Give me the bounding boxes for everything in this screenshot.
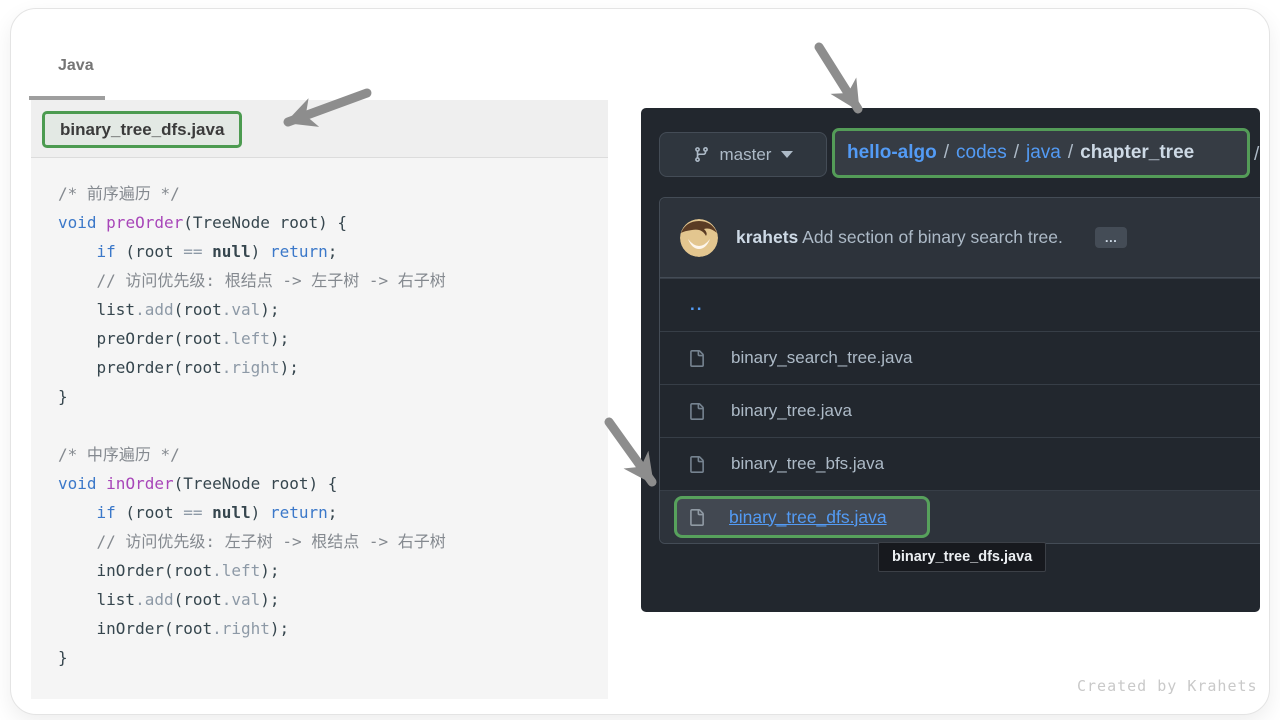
file-link[interactable]: binary_search_tree.java [731,348,912,368]
breadcrumb-dir-java[interactable]: java [1026,142,1061,164]
breadcrumb-separator: / [937,142,956,164]
file-title: binary_tree_dfs.java [60,120,224,140]
commit-author-name[interactable]: krahets [736,227,798,247]
breadcrumb-repo[interactable]: hello-algo [847,142,937,164]
commit-message: krahets Add section of binary search tre… [736,227,1063,248]
breadcrumb-separator: / [1061,142,1080,164]
breadcrumb-dir-codes[interactable]: codes [956,142,1007,164]
breadcrumb-separator: / [1007,142,1026,164]
commit-ellipsis-button[interactable]: … [1095,227,1127,248]
file-row: binary_search_tree.java [660,331,1260,384]
git-branch-icon [693,146,710,163]
latest-commit-bar: krahets Add section of binary search tre… [660,198,1260,278]
watermark: Created by Krahets [1077,677,1258,695]
file-link-hovered[interactable]: binary_tree_dfs.java [729,507,887,528]
commit-author-avatar[interactable] [680,219,718,257]
breadcrumb-highlight-box: hello-algo / codes / java / chapter_tree [832,128,1250,178]
code-block: /* 前序遍历 */void preOrder(TreeNode root) {… [31,158,464,698]
github-panel: master hello-algo / codes / java / chapt… [641,108,1260,612]
branch-name: master [720,145,772,165]
file-highlight-box: binary_tree_dfs.java [674,496,930,538]
file-icon [688,509,705,526]
file-link[interactable]: binary_tree_bfs.java [731,454,884,474]
breadcrumb-current-dir: chapter_tree [1080,142,1194,164]
branch-selector-button[interactable]: master [659,132,827,177]
file-row: binary_tree.java [660,384,1260,437]
code-header: binary_tree_dfs.java [31,100,608,158]
file-browser: krahets Add section of binary search tre… [659,197,1260,544]
file-row-parent: .. [660,278,1260,331]
tab-java[interactable]: Java [58,57,94,75]
screenshot-card: Java binary_tree_dfs.java /* 前序遍历 */void… [10,8,1270,715]
file-title-highlight-box: binary_tree_dfs.java [42,111,242,148]
chevron-down-icon [781,151,793,158]
arrow-to-breadcrumb [819,47,858,109]
file-icon [688,456,705,473]
file-icon [688,350,705,367]
breadcrumb-trailing-slash: / [1254,144,1259,166]
file-row: binary_tree_bfs.java [660,437,1260,490]
commit-message-text[interactable]: Add section of binary search tree. [798,227,1063,247]
file-row-highlighted: binary_tree_dfs.java [660,490,1260,543]
file-icon [688,403,705,420]
parent-directory-link[interactable]: .. [690,295,703,315]
filename-tooltip: binary_tree_dfs.java [878,542,1046,572]
code-panel: binary_tree_dfs.java /* 前序遍历 */void preO… [31,100,608,699]
file-link[interactable]: binary_tree.java [731,401,852,421]
